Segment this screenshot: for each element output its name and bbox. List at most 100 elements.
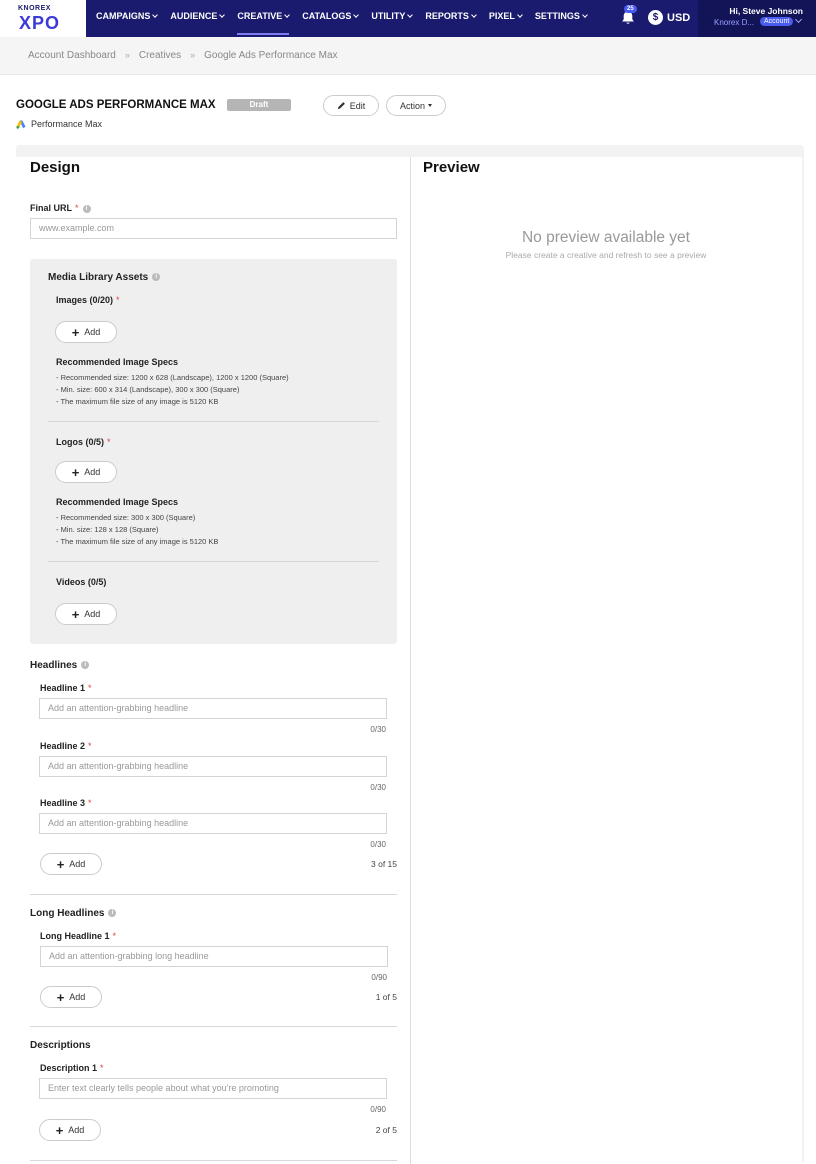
breadcrumb-account-dashboard[interactable]: Account Dashboard <box>28 50 116 61</box>
menu-catalogs[interactable]: CATALOGS <box>302 0 360 37</box>
info-icon[interactable]: i <box>82 204 91 213</box>
add-video-button[interactable]: + Add <box>55 603 117 625</box>
menu-label: UTILITY <box>371 11 406 21</box>
image-spec-line: - The maximum file size of any image is … <box>56 397 219 406</box>
currency-selector[interactable]: $ USD <box>648 10 690 25</box>
add-logo-button[interactable]: + Add <box>55 461 117 483</box>
required-marker: * <box>88 741 92 751</box>
edit-button[interactable]: Edit <box>323 95 379 116</box>
divider <box>48 561 379 562</box>
info-icon[interactable]: i <box>81 661 90 670</box>
long-headline-count: 1 of 5 <box>375 992 397 1002</box>
headline-3-label: Headline 3 * <box>40 798 92 808</box>
add-label: Add <box>69 992 86 1002</box>
label-text: Headlines <box>30 660 78 671</box>
google-ads-icon <box>16 120 26 129</box>
description-1-input[interactable]: Enter text clearly tells people about wh… <box>39 1078 387 1099</box>
menu-settings[interactable]: SETTINGS <box>534 0 588 37</box>
label-text: Description 1 <box>40 1063 98 1073</box>
plus-icon: + <box>56 856 65 872</box>
add-image-button[interactable]: + Add <box>55 321 117 343</box>
breadcrumb-separator: » <box>124 50 130 60</box>
menu-label: CATALOGS <box>302 11 352 21</box>
chevron-down-icon <box>471 12 477 18</box>
breadcrumb: Account Dashboard » Creatives » Google A… <box>28 50 338 61</box>
long-headlines-title: Long Headlines i <box>30 908 117 919</box>
page-title: GOOGLE ADS PERFORMANCE MAX <box>16 99 216 111</box>
headline-count: 3 of 15 <box>371 859 397 869</box>
char-counter: 0/30 <box>370 840 386 849</box>
menu-reports[interactable]: REPORTS <box>425 0 477 37</box>
user-menu[interactable]: Hi, Steve Johnson Knorex D... Account <box>698 0 816 37</box>
required-marker: * <box>107 437 111 447</box>
menu-audience[interactable]: AUDIENCE <box>170 0 226 37</box>
char-counter: 0/30 <box>370 725 386 734</box>
final-url-input[interactable]: www.example.com <box>30 218 397 239</box>
descriptions-title: Descriptions <box>30 1040 91 1051</box>
menu-label: REPORTS <box>425 11 469 21</box>
chevron-down-icon <box>407 12 414 18</box>
subtype-label: Performance Max <box>31 119 103 129</box>
long-headline-1-input[interactable]: Add an attention-grabbing long headline <box>40 946 388 967</box>
breadcrumb-bar: Account Dashboard » Creatives » Google A… <box>0 37 816 75</box>
add-label: Add <box>69 859 86 869</box>
info-icon[interactable]: i <box>108 909 117 918</box>
edit-label: Edit <box>349 100 366 111</box>
label-text: Final URL <box>30 203 72 213</box>
preview-column <box>410 157 802 1164</box>
add-label: Add <box>84 467 101 477</box>
headline-2-input[interactable]: Add an attention-grabbing headline <box>39 756 387 777</box>
breadcrumb-creatives[interactable]: Creatives <box>139 50 181 61</box>
headline-1-input[interactable]: Add an attention-grabbing headline <box>39 698 387 719</box>
required-marker: * <box>116 295 120 305</box>
image-spec-line: - Min. size: 600 x 314 (Landscape), 300 … <box>56 385 240 394</box>
menu-creative[interactable]: CREATIVE <box>237 0 291 37</box>
menu-label: AUDIENCE <box>170 11 218 21</box>
logo-spec-line: - The maximum file size of any image is … <box>56 537 219 546</box>
description-count: 2 of 5 <box>375 1125 397 1135</box>
media-library-title: Media Library Assets i <box>48 272 161 283</box>
menu-label: PIXEL <box>488 11 515 21</box>
label-text: Headline 3 <box>40 798 86 808</box>
images-label: Images (0/20) * <box>56 295 120 305</box>
add-long-headline-button[interactable]: + Add <box>40 986 102 1008</box>
label-text: Long Headlines <box>30 908 105 919</box>
menu-label: CREATIVE <box>237 11 283 21</box>
label-text: Media Library Assets <box>48 272 149 283</box>
action-dropdown[interactable]: Action <box>386 95 446 116</box>
add-headline-button[interactable]: + Add <box>40 853 102 875</box>
logo[interactable]: KNOREX XPO <box>0 0 86 37</box>
char-counter: 0/90 <box>370 1105 386 1114</box>
currency-label: USD <box>667 11 691 24</box>
char-counter: 0/30 <box>370 783 386 792</box>
add-label: Add <box>84 327 101 337</box>
headline-3-input[interactable]: Add an attention-grabbing headline <box>39 813 387 834</box>
headline-2-label: Headline 2 * <box>40 741 92 751</box>
info-icon[interactable]: i <box>152 273 161 282</box>
user-greeting: Hi, Steve Johnson <box>729 6 803 16</box>
long-headline-1-label: Long Headline 1 * <box>40 931 116 941</box>
creative-subtype: Performance Max <box>16 119 102 129</box>
pencil-icon <box>337 102 345 110</box>
logo-spec-title: Recommended Image Specs <box>56 497 179 507</box>
plus-icon: + <box>71 606 80 622</box>
label-text: Headline 2 <box>40 741 86 751</box>
image-spec-line: - Recommended size: 1200 x 628 (Landscap… <box>56 373 289 382</box>
videos-label: Videos (0/5) <box>56 577 107 587</box>
preview-heading: Preview <box>423 159 480 176</box>
menu-campaigns[interactable]: CAMPAIGNS <box>96 0 159 37</box>
char-counter: 0/90 <box>371 973 387 982</box>
headlines-title: Headlines i <box>30 660 90 671</box>
add-description-button[interactable]: + Add <box>39 1119 101 1141</box>
menu-label: SETTINGS <box>534 11 580 21</box>
divider <box>30 894 397 895</box>
account-badge: Account <box>760 17 794 26</box>
menu-utility[interactable]: UTILITY <box>371 0 414 37</box>
plus-icon: + <box>71 324 80 340</box>
chevron-down-icon <box>353 12 360 18</box>
user-org: Knorex D... <box>714 18 755 27</box>
chevron-down-icon <box>152 12 159 18</box>
menu-pixel[interactable]: PIXEL <box>488 0 523 37</box>
empty-preview-title: No preview available yet <box>521 229 690 246</box>
design-heading: Design <box>30 159 81 176</box>
